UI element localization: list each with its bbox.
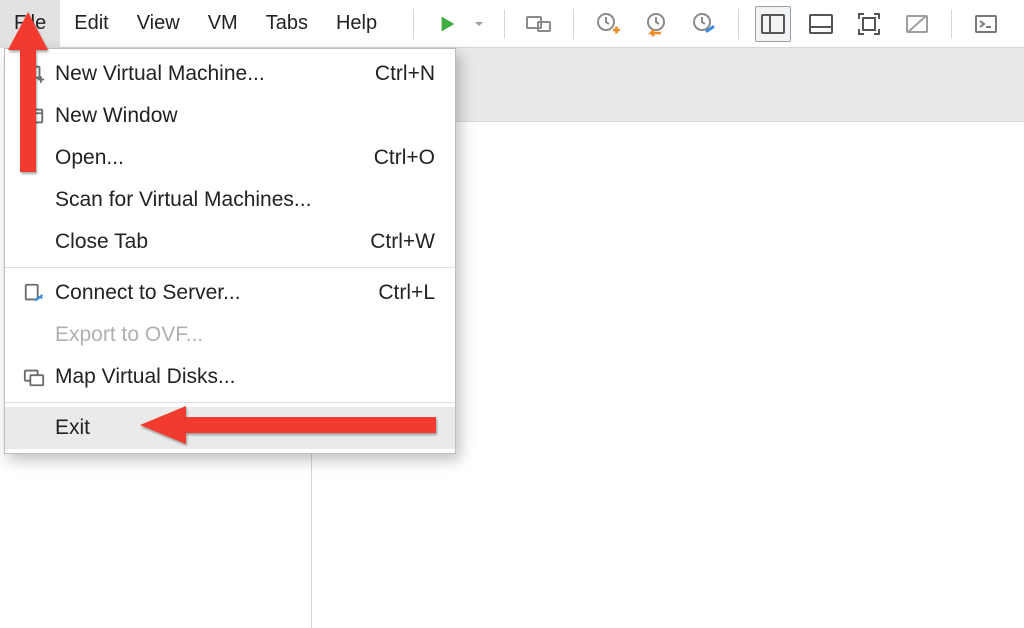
toolbar-separator [573,9,574,39]
menuitem-new-window[interactable]: New Window [5,95,455,137]
menu-file-label: File [14,12,46,35]
menu-separator [5,267,455,268]
menuitem-export-ovf: Export to OVF... [5,314,455,356]
menuitem-label: Close Tab [55,230,370,254]
snapshot-manage-button[interactable] [686,6,722,42]
terminal-icon [973,11,999,37]
bottom-panel-icon [808,11,834,37]
unity-icon [904,11,930,37]
toolbar-separator [504,9,505,39]
menu-tabs-label: Tabs [266,12,308,35]
snapshot-revert-button[interactable] [638,6,674,42]
menuitem-shortcut: Ctrl+O [374,146,435,170]
menuitem-shortcut: Ctrl+W [370,230,435,254]
menuitem-map-disks[interactable]: Map Virtual Disks... [5,356,455,398]
menuitem-connect-server[interactable]: Connect to Server... Ctrl+L [5,272,455,314]
menuitem-label: Map Virtual Disks... [55,365,435,389]
menu-view-label: View [137,12,180,35]
send-ctrl-alt-del-button[interactable] [521,6,557,42]
menuitem-label: Exit [55,416,435,440]
fullscreen-icon [856,11,882,37]
menu-edit[interactable]: Edit [60,0,122,48]
menu-view[interactable]: View [123,0,194,48]
open-console-button[interactable] [968,6,1004,42]
file-dropdown: New Virtual Machine... Ctrl+N New Window… [4,48,456,454]
snapshot-take-button[interactable] [590,6,626,42]
toolbar-separator [738,9,739,39]
play-icon [437,13,459,35]
menuitem-new-vm[interactable]: New Virtual Machine... Ctrl+N [5,53,455,95]
clock-wrench-icon [691,11,717,37]
menuitem-label: Scan for Virtual Machines... [55,188,435,212]
toolbar [391,6,1004,42]
menu-vm-label: VM [208,12,238,35]
clock-back-icon [643,11,669,37]
view-console-button[interactable] [803,6,839,42]
menuitem-shortcut: Ctrl+L [378,281,435,305]
play-dropdown-button[interactable] [470,6,488,42]
clock-plus-icon [595,11,621,37]
disks-icon [13,366,55,388]
menuitem-shortcut: Ctrl+N [375,62,435,86]
menuitem-label: Export to OVF... [55,323,435,347]
menuitem-exit[interactable]: Exit [5,407,455,449]
menuitem-close-tab[interactable]: Close Tab Ctrl+W [5,221,455,263]
screen-plus-icon [13,63,55,85]
menu-help-label: Help [336,12,377,35]
sidebar-icon [760,11,786,37]
play-button[interactable] [430,6,466,42]
menuitem-label: Open... [55,146,374,170]
server-connect-icon [13,282,55,304]
menuitem-open[interactable]: Open... Ctrl+O [5,137,455,179]
menu-help[interactable]: Help [322,0,391,48]
menubar: File Edit View VM Tabs Help [0,0,1024,48]
menu-tabs[interactable]: Tabs [252,0,322,48]
menuitem-label: New Window [55,104,435,128]
menuitem-scan[interactable]: Scan for Virtual Machines... [5,179,455,221]
toolbar-separator [951,9,952,39]
view-unity-button[interactable] [899,6,935,42]
menu-edit-label: Edit [74,12,108,35]
view-fullscreen-button[interactable] [851,6,887,42]
keyboard-icon [525,10,553,38]
menuitem-label: Connect to Server... [55,281,378,305]
window-icon [13,105,55,127]
menu-file[interactable]: File [0,0,60,48]
menu-vm[interactable]: VM [194,0,252,48]
menu-separator [5,402,455,403]
view-sidebar-button[interactable] [755,6,791,42]
menuitem-label: New Virtual Machine... [55,62,375,86]
chevron-down-icon [473,18,485,30]
toolbar-separator [413,9,414,39]
